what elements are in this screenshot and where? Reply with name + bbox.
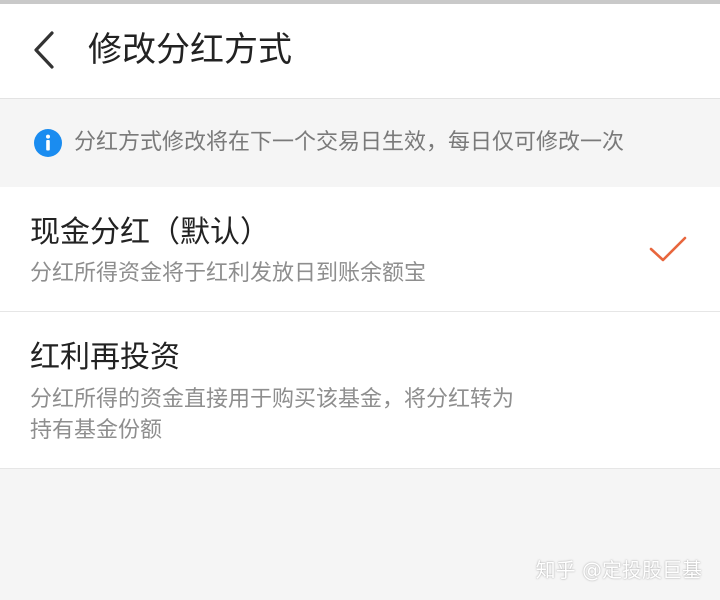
info-icon [34, 129, 62, 157]
page-title: 修改分红方式 [88, 30, 292, 70]
option-description-line: 持有基金份额 [30, 418, 163, 443]
header-bar: 修改分红方式 [0, 4, 720, 99]
notice-text: 分红方式修改将在下一个交易日生效，每日仅可修改一次 [74, 130, 625, 155]
option-dividend-reinvest[interactable]: 红利再投资 分红所得的资金直接用于购买该基金，将分红转为 持有基金份额 [0, 312, 720, 469]
option-description-line: 分红所得的资金直接用于购买该基金，将分红转为 [30, 387, 515, 412]
chevron-left-icon [34, 31, 54, 69]
option-cash-dividend[interactable]: 现金分红（默认） 分红所得资金将于红利发放日到账余额宝 [0, 187, 720, 312]
option-description: 分红所得的资金直接用于购买该基金，将分红转为 持有基金份额 [30, 384, 570, 446]
notice-banner: 分红方式修改将在下一个交易日生效，每日仅可修改一次 [0, 99, 720, 187]
watermark: 知乎 @定投股巨基 [535, 558, 702, 582]
checkmark-icon [649, 236, 687, 262]
back-button[interactable] [20, 22, 70, 78]
option-title: 现金分红（默认） [30, 215, 270, 250]
option-title: 红利再投资 [30, 340, 180, 375]
dividend-options-list: 现金分红（默认） 分红所得资金将于红利发放日到账余额宝 红利再投资 分红所得的资… [0, 187, 720, 469]
option-description: 分红所得资金将于红利发放日到账余额宝 [30, 261, 427, 286]
